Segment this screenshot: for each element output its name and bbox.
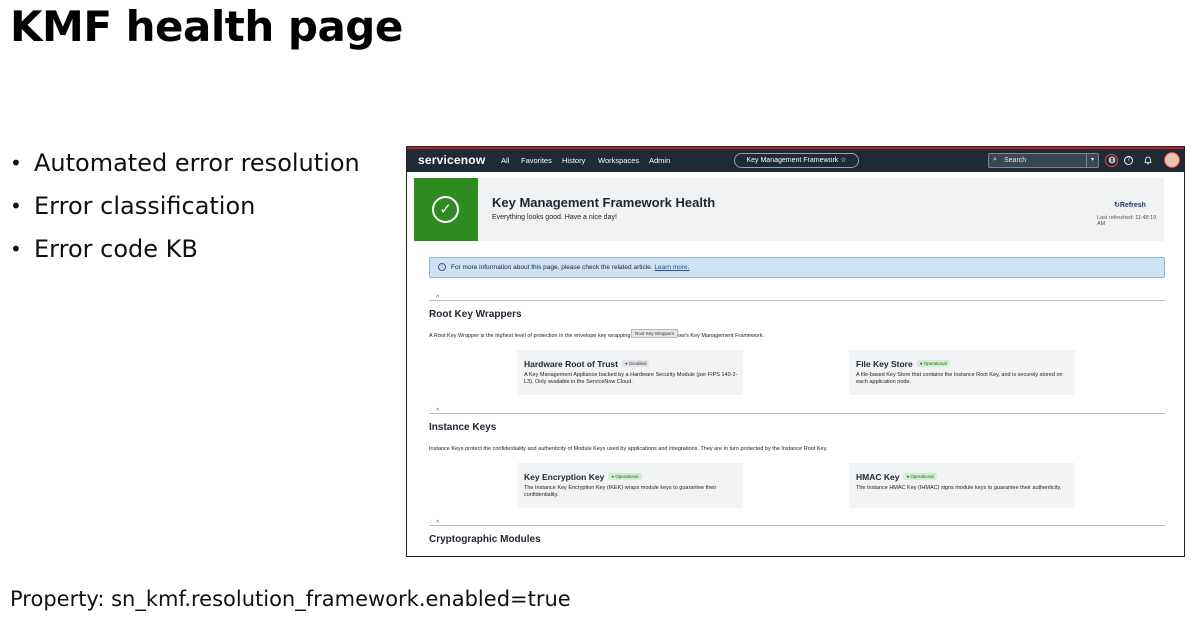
- card-desc: A file-based Key Store that contains the…: [856, 372, 1063, 385]
- nav-admin[interactable]: Admin: [649, 156, 670, 165]
- servicenow-logo[interactable]: servicenow: [418, 153, 485, 167]
- section-desc-instance-keys: Instance Keys protect the confidentialit…: [429, 446, 828, 452]
- search-icon: ⌕: [993, 156, 997, 163]
- bullet-item: Error code KB: [10, 228, 360, 271]
- bullet-list: Automated error resolution Error classif…: [10, 142, 360, 271]
- globe-icon[interactable]: [1105, 154, 1118, 167]
- slide-title: KMF health page: [10, 2, 403, 51]
- status-badge: ● Operational: [903, 473, 937, 480]
- last-refreshed-text: Last refreshed: 11:48:19 AM: [1097, 215, 1157, 227]
- section-title-root-key-wrappers[interactable]: Root Key Wrappers: [429, 309, 522, 320]
- top-nav-bar: servicenow All Favorites History Workspa…: [407, 147, 1184, 172]
- card-title: Hardware Root of Trust: [524, 359, 618, 369]
- nav-history[interactable]: History: [562, 156, 585, 165]
- property-text: Property: sn_kmf.resolution_framework.en…: [10, 587, 571, 611]
- search-placeholder: Search: [1004, 157, 1027, 164]
- status-badge: ● Operational: [916, 360, 950, 367]
- card-title: HMAC Key: [856, 472, 900, 482]
- nav-all[interactable]: All: [501, 156, 509, 165]
- info-banner: i For more information about this page, …: [429, 257, 1165, 278]
- help-icon[interactable]: ?: [1124, 156, 1133, 165]
- status-message: Everything looks good. Have a nice day!: [492, 214, 617, 221]
- bell-icon[interactable]: [1144, 156, 1152, 167]
- section-title-instance-keys[interactable]: Instance Keys: [429, 422, 496, 433]
- info-message: For more information about this page, pl…: [451, 264, 653, 271]
- bullet-item: Error classification: [10, 185, 360, 228]
- info-text: For more information about this page, pl…: [451, 264, 689, 271]
- card-desc: The Instance HMAC Key (IHMAC) signs modu…: [856, 485, 1062, 491]
- card-title: Key Encryption Key: [524, 472, 605, 482]
- bullet-item: Automated error resolution: [10, 142, 360, 185]
- card-desc: The Instance Key Encryption Key (IKEK) w…: [524, 485, 717, 498]
- section-divider: [429, 300, 1165, 301]
- learn-more-link[interactable]: Learn more.: [654, 264, 689, 271]
- tooltip: Root Key Wrappers: [631, 329, 679, 338]
- global-search[interactable]: ⌕ Search ▾: [988, 153, 1099, 168]
- section-divider: [429, 525, 1165, 526]
- card-hmac-key[interactable]: HMAC Key ● Operational The Instance HMAC …: [849, 463, 1075, 508]
- page-title: Key Management Framework Health: [492, 195, 716, 210]
- avatar[interactable]: [1164, 152, 1180, 168]
- status-tile: ✓: [414, 178, 478, 241]
- app-scope-pill[interactable]: Key Management Framework ☆: [734, 153, 859, 168]
- card-hardware-root-of-trust[interactable]: Hardware Root of Trust ● Disabled A Key M…: [517, 350, 743, 395]
- section-divider: [429, 413, 1165, 414]
- card-desc: A Key Management Appliance backed by a H…: [524, 372, 738, 385]
- section-desc-root-key-wrappers: A Root Key Wrapper is the highest level …: [429, 333, 765, 339]
- health-header: ✓ Key Management Framework Health Everyt…: [414, 178, 1164, 241]
- refresh-button[interactable]: ↻Refresh: [1114, 201, 1146, 209]
- chevron-down-icon[interactable]: ▾: [1086, 154, 1098, 167]
- check-circle-icon: ✓: [432, 196, 459, 223]
- status-badge: ● Operational: [608, 473, 642, 480]
- nav-workspaces[interactable]: Workspaces: [598, 156, 639, 165]
- embedded-screenshot: servicenow All Favorites History Workspa…: [406, 146, 1185, 557]
- card-file-key-store[interactable]: File Key Store ● Operational A file-based…: [849, 350, 1075, 395]
- nav-favorites[interactable]: Favorites: [521, 156, 552, 165]
- info-icon: i: [438, 263, 446, 271]
- status-badge: ● Disabled: [621, 360, 650, 367]
- section-title-cryptographic-modules[interactable]: Cryptographic Modules: [429, 534, 541, 545]
- card-key-encryption-key[interactable]: Key Encryption Key ● Operational The Inst…: [517, 463, 743, 508]
- card-title: File Key Store: [856, 359, 913, 369]
